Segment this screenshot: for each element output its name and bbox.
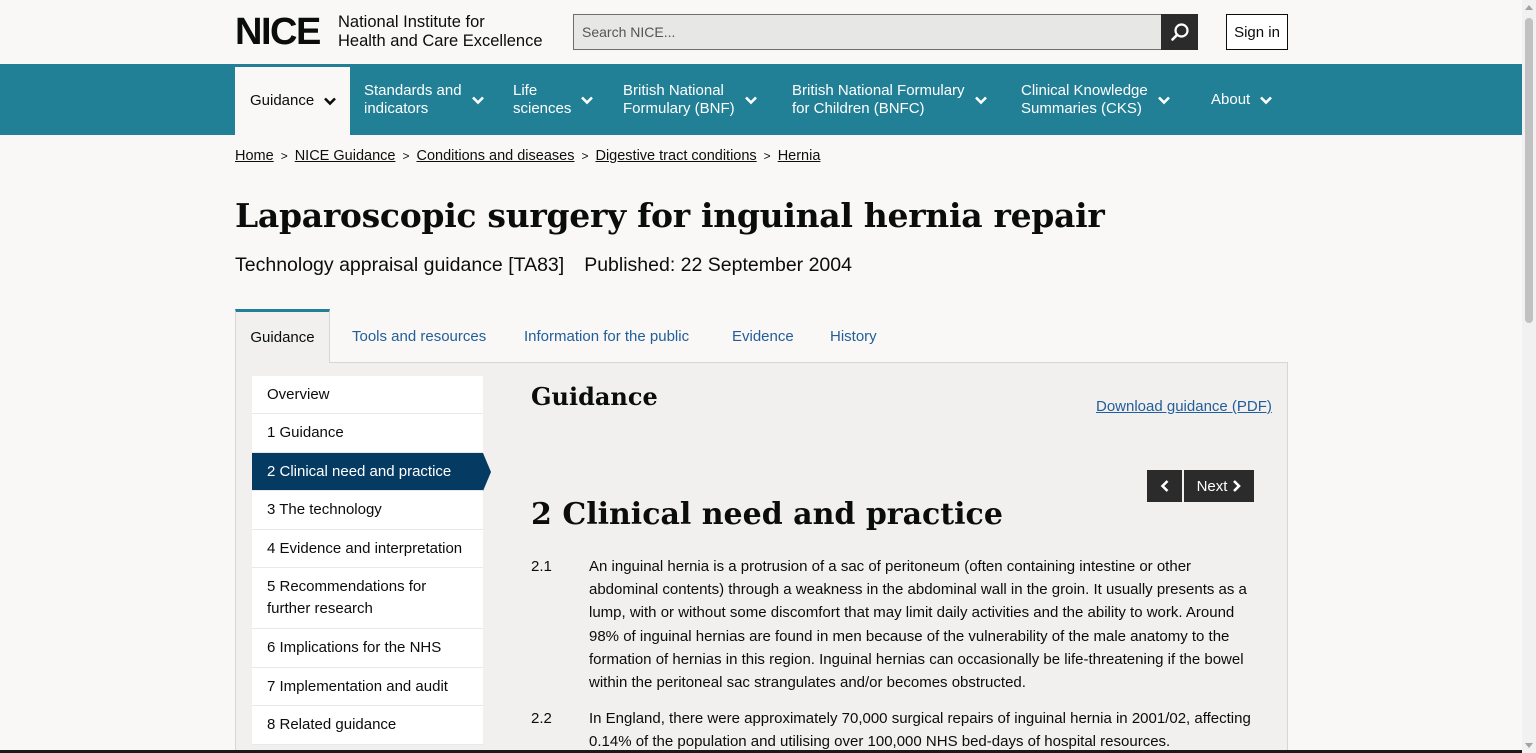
nav-item-life-sciences[interactable]: Life sciences	[513, 64, 594, 135]
chevron-left-icon	[1160, 480, 1168, 492]
page-meta: Technology appraisal guidance [TA83] Publ…	[235, 254, 852, 277]
breadcrumb-digestive[interactable]: Digestive tract conditions	[595, 148, 756, 164]
nav-item-about[interactable]: About	[1211, 64, 1273, 135]
logo-line-2: Health and Care Excellence	[338, 32, 543, 50]
search-button[interactable]	[1161, 14, 1198, 50]
tab-information-for-public[interactable]: Information for the public	[524, 309, 689, 363]
chevron-down-icon	[974, 93, 988, 107]
nav-item-guidance[interactable]: Guidance	[235, 67, 350, 135]
breadcrumb-separator: >	[763, 149, 771, 163]
nav-item-cks[interactable]: Clinical Knowledge Summaries (CKS)	[1021, 64, 1171, 135]
breadcrumb-conditions[interactable]: Conditions and diseases	[416, 148, 574, 164]
side-item-implications[interactable]: 6 Implications for the NHS	[252, 629, 483, 668]
paragraph-text: In England, there were approximately 70,…	[589, 710, 1251, 751]
previous-button[interactable]	[1147, 470, 1182, 502]
side-item-overview[interactable]: Overview	[252, 376, 483, 414]
nav-label: Life sciences	[513, 81, 572, 117]
breadcrumb-separator: >	[280, 149, 288, 163]
section-title: 2 Clinical need and practice	[531, 497, 1003, 532]
chevron-down-icon	[580, 93, 594, 107]
download-pdf-link[interactable]: Download guidance (PDF)	[1096, 398, 1272, 415]
nav-label: About	[1211, 90, 1251, 108]
breadcrumb-home[interactable]: Home	[235, 148, 274, 164]
breadcrumb-separator: >	[581, 149, 589, 163]
side-item-related-guidance[interactable]: 8 Related guidance	[252, 706, 483, 745]
scrollbar-thumb[interactable]	[1525, 18, 1533, 323]
paragraph-2-1: 2.1 An inguinal hernia is a protrusion o…	[531, 555, 1261, 694]
page-scrollbar[interactable]	[1522, 0, 1536, 753]
tab-evidence[interactable]: Evidence	[732, 309, 794, 363]
main-navigation: Guidance Standards and indicators Life s…	[0, 64, 1522, 135]
paragraph-number: 2.1	[531, 558, 552, 575]
chevron-down-icon	[744, 93, 758, 107]
chevron-down-icon	[1157, 93, 1171, 107]
breadcrumb-hernia[interactable]: Hernia	[778, 148, 821, 164]
tab-history[interactable]: History	[830, 309, 877, 363]
side-item-guidance[interactable]: 1 Guidance	[252, 414, 483, 453]
nav-item-standards[interactable]: Standards and indicators	[364, 64, 485, 135]
paragraph-text: An inguinal hernia is a protrusion of a …	[589, 558, 1247, 692]
logo-line-1: National Institute for	[338, 13, 485, 31]
next-label: Next	[1196, 477, 1228, 495]
site-header: NICE National Institute for Health and C…	[0, 0, 1522, 64]
nav-label: Standards and indicators	[364, 81, 462, 117]
chevron-down-icon	[471, 93, 485, 107]
chevron-right-icon	[1233, 480, 1242, 492]
scroll-up-arrow[interactable]	[1525, 5, 1533, 10]
nav-item-bnf[interactable]: British National Formulary (BNF)	[623, 64, 758, 135]
breadcrumb-separator: >	[402, 149, 410, 163]
side-navigation: Overview 1 Guidance 2 Clinical need and …	[252, 376, 483, 745]
side-item-clinical-need[interactable]: 2 Clinical need and practice	[252, 453, 483, 491]
published-date: Published: 22 September 2004	[584, 254, 852, 276]
guidance-type: Technology appraisal guidance [TA83]	[235, 254, 565, 276]
page-title: Laparoscopic surgery for inguinal hernia…	[235, 196, 1105, 235]
search-icon	[1170, 23, 1189, 41]
nice-logo[interactable]: NICE	[235, 12, 321, 52]
tab-tools-and-resources[interactable]: Tools and resources	[352, 309, 486, 363]
side-item-evidence[interactable]: 4 Evidence and interpretation	[252, 530, 483, 568]
nav-label: Clinical Knowledge Summaries (CKS)	[1021, 81, 1148, 117]
scroll-down-arrow[interactable]	[1525, 743, 1533, 748]
tab-guidance[interactable]: Guidance	[235, 309, 330, 363]
chevron-down-icon	[1259, 93, 1273, 107]
nav-label: Guidance	[250, 92, 315, 109]
sign-in-button[interactable]: Sign in	[1226, 14, 1288, 50]
side-item-recommendations[interactable]: 5 Recommendations for further research	[252, 568, 483, 629]
breadcrumb: Home > NICE Guidance > Conditions and diseas…	[235, 148, 820, 164]
content-heading: Guidance	[531, 382, 658, 411]
nav-label: British National Formulary (BNF)	[623, 81, 735, 117]
chevron-down-icon	[323, 94, 337, 108]
search-input[interactable]	[573, 14, 1162, 50]
nav-item-bnfc[interactable]: British National Formulary for Children …	[792, 64, 988, 135]
tab-bar: Guidance Tools and resources Information…	[235, 309, 1288, 363]
breadcrumb-nice-guidance[interactable]: NICE Guidance	[295, 148, 396, 164]
paragraph-2-2: 2.2 In England, there were approximately…	[531, 707, 1261, 753]
paragraph-number: 2.2	[531, 710, 552, 727]
side-item-technology[interactable]: 3 The technology	[252, 491, 483, 530]
side-item-implementation[interactable]: 7 Implementation and audit	[252, 668, 483, 706]
logo-text[interactable]: National Institute for Health and Care E…	[338, 13, 543, 51]
nav-label: British National Formulary for Children …	[792, 81, 965, 117]
next-button[interactable]: Next	[1184, 470, 1254, 502]
